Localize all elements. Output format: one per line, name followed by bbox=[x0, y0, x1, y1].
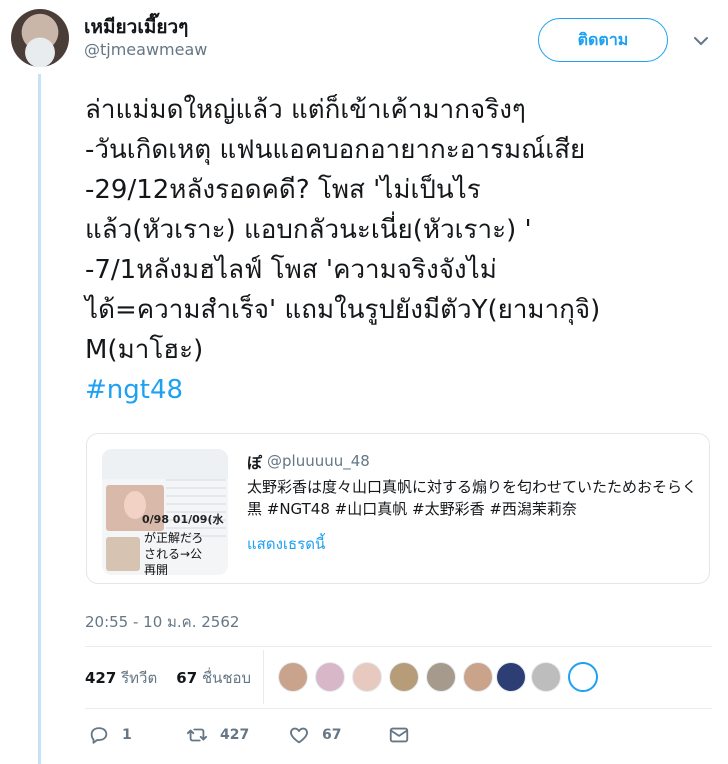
reply-icon bbox=[90, 727, 108, 744]
retweet-count: 427 bbox=[220, 727, 250, 743]
show-thread-link[interactable]: แสดงเธรดนี้ bbox=[247, 532, 325, 556]
like-button[interactable]: 67 bbox=[288, 724, 341, 746]
quoted-tweet-text: 太野彩香は度々山口真帆に対する煽りを匂わせていたためおそらく黒 #NGT48 #… bbox=[247, 478, 698, 518]
quoted-tweet-thumbnail[interactable]: 0/98 01/09(水 が正解だろ される→公 再開 bbox=[102, 449, 228, 575]
thumbnail-caption: される→公 bbox=[144, 547, 203, 561]
follow-button[interactable]: ติดตาม bbox=[538, 18, 668, 62]
tweet-timestamp[interactable]: 20:55 - 10 ม.ค. 2562 bbox=[85, 610, 239, 634]
liker-avatar[interactable] bbox=[463, 662, 493, 692]
thumbnail-caption: 再開 bbox=[144, 563, 169, 575]
retweet-button[interactable]: 427 bbox=[186, 724, 249, 746]
hashtag-link[interactable]: #ngt48 bbox=[85, 375, 183, 405]
liker-avatar[interactable] bbox=[352, 662, 382, 692]
thread-line bbox=[38, 74, 41, 764]
tweet-actions: 1 427 67 bbox=[88, 724, 428, 748]
liker-avatar[interactable] bbox=[426, 662, 456, 692]
engagement-stats: 427 รีทวีต 67 ชื่นชอบ bbox=[85, 666, 251, 690]
envelope-icon bbox=[389, 727, 409, 743]
avatar[interactable] bbox=[11, 9, 69, 67]
tweet-line: ได้=ความสำเร็จ' แถมในรูปยังมีตัวY(ยามากุ… bbox=[85, 295, 601, 325]
liker-avatar[interactable] bbox=[315, 662, 345, 692]
reply-button[interactable]: 1 bbox=[88, 724, 132, 746]
quoted-user-handle[interactable]: @pluuuuu_48 bbox=[267, 452, 370, 470]
like-count: 67 bbox=[322, 727, 342, 743]
stats-separator bbox=[263, 650, 264, 704]
divider bbox=[85, 646, 712, 647]
likes-label[interactable]: ชื่นชอบ bbox=[202, 669, 251, 687]
thumbnail-date: 0/98 01/09(水 bbox=[142, 513, 224, 526]
direct-message-button[interactable] bbox=[388, 724, 410, 746]
tweet-line: M(มาโฮะ) bbox=[85, 335, 204, 365]
tweet-line: -7/1หลังมฮไลฟ์ โพส 'ความจริงจังไม่ bbox=[85, 255, 497, 285]
thumbnail-header bbox=[102, 449, 228, 479]
reply-count: 1 bbox=[122, 727, 132, 743]
liker-avatar[interactable] bbox=[568, 662, 598, 692]
retweets-count[interactable]: 427 bbox=[85, 669, 116, 687]
thumbnail-small-photo bbox=[106, 537, 140, 571]
retweets-label[interactable]: รีทวีต bbox=[121, 669, 157, 687]
quoted-display-name[interactable]: ぽ bbox=[247, 452, 262, 473]
tweet-line: แล้ว(หัวเราะ) แอบกลัวนะเนี่ย(หัวเราะ) ' bbox=[85, 215, 532, 245]
tweet-line: -วันเกิดเหตุ แฟนแอคบอกอายากะอารมณ์เสีย bbox=[85, 135, 586, 165]
thumbnail-caption: が正解だろ bbox=[144, 531, 204, 545]
display-name[interactable]: เหมียวเมี๊ยวๆ bbox=[84, 12, 188, 42]
chevron-down-icon bbox=[694, 37, 708, 45]
divider bbox=[85, 708, 712, 709]
heart-icon bbox=[290, 727, 308, 744]
tweet-line: -29/12หลังรอดคดี? โพส 'ไม่เป็นไร bbox=[85, 175, 481, 205]
retweet-icon bbox=[186, 728, 208, 742]
user-handle[interactable]: @tjmeawmeaw bbox=[84, 40, 207, 59]
likes-count[interactable]: 67 bbox=[176, 669, 197, 687]
liker-avatar[interactable] bbox=[531, 662, 561, 692]
tweet-text: ล่าแม่มดใหญ่แล้ว แต่ก็เข้าเค้ามากจริงๆ -… bbox=[85, 90, 721, 410]
more-options-button[interactable] bbox=[690, 30, 712, 52]
liker-avatar[interactable] bbox=[389, 662, 419, 692]
quoted-tweet-card[interactable]: 0/98 01/09(水 が正解だろ される→公 再開 ぽ @pluuuuu_4… bbox=[86, 433, 710, 584]
tweet-line: ล่าแม่มดใหญ่แล้ว แต่ก็เข้าเค้ามากจริงๆ bbox=[85, 95, 526, 125]
liker-avatar[interactable] bbox=[278, 662, 308, 692]
liker-avatar[interactable] bbox=[496, 662, 526, 692]
